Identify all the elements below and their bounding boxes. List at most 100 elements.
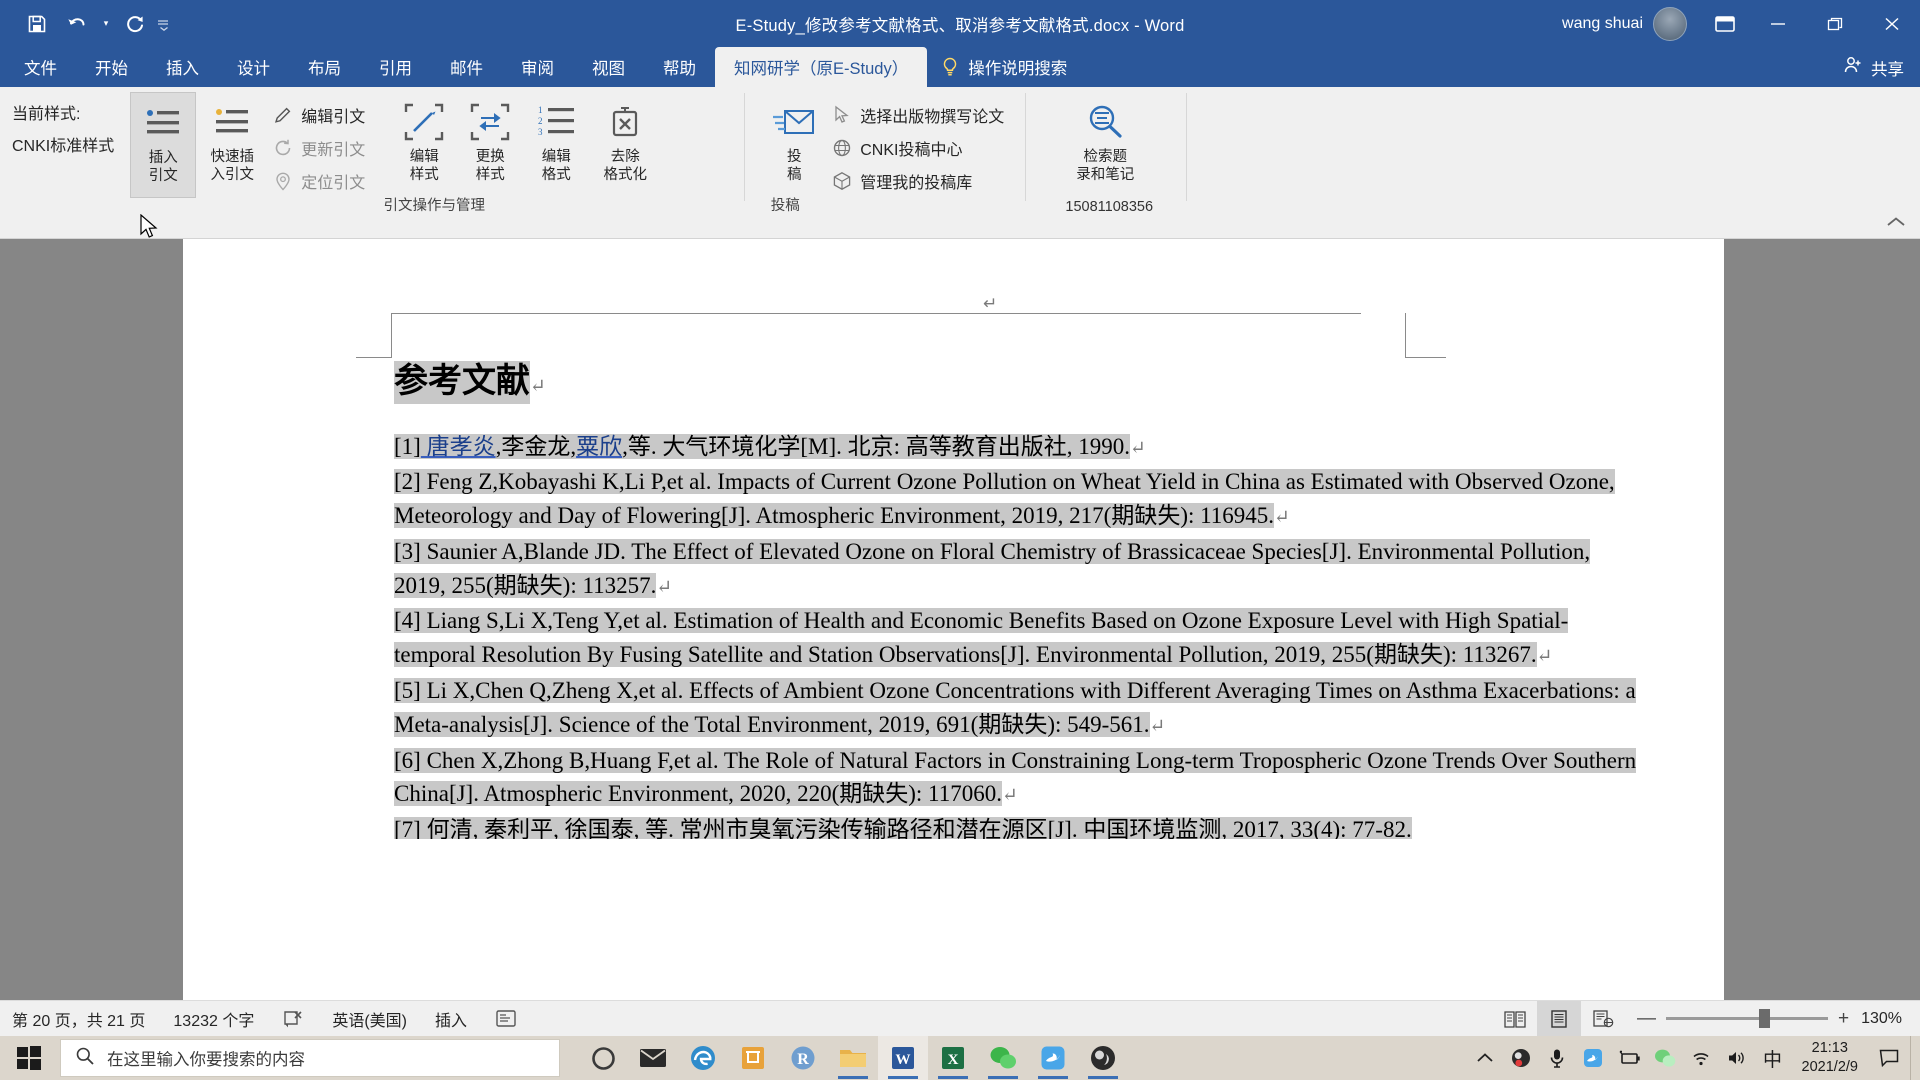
- collapse-ribbon-icon[interactable]: [1886, 215, 1906, 232]
- zoom-out-button[interactable]: —: [1637, 1008, 1656, 1030]
- share-person-icon: [1843, 55, 1863, 80]
- tab-estudy[interactable]: 知网研学（原E-Study）: [715, 47, 928, 87]
- customize-qat-icon[interactable]: [156, 6, 172, 42]
- cnki-submission-center-button[interactable]: CNKI投稿中心: [827, 133, 1012, 163]
- reference-item-4[interactable]: [4] Liang S,Li X,Teng Y,et al. Estimatio…: [394, 604, 1644, 672]
- wechat-tray-icon[interactable]: [1648, 1036, 1682, 1080]
- avatar[interactable]: [1653, 6, 1687, 41]
- tell-me-search[interactable]: 操作说明搜索: [927, 47, 1081, 87]
- submit-button[interactable]: 投 稿: [761, 92, 827, 198]
- remove-format-button[interactable]: 去除 格式化: [589, 92, 661, 198]
- tab-review[interactable]: 审阅: [502, 47, 573, 87]
- bird-tray-icon[interactable]: [1576, 1036, 1610, 1080]
- remove-format-label-1: 去除: [610, 149, 640, 165]
- print-layout-button[interactable]: [1536, 1000, 1581, 1037]
- tab-file[interactable]: 文件: [0, 47, 76, 87]
- reference-item-1[interactable]: [1] 唐孝炎,李金龙,粟欣,等. 大气环境化学[M]. 北京: 高等教育出版社…: [394, 430, 1644, 464]
- undo-icon[interactable]: [58, 6, 96, 42]
- locate-citation-button[interactable]: 定位引文: [268, 166, 373, 196]
- zoom-slider[interactable]: — +: [1625, 1008, 1861, 1030]
- reference-item-6[interactable]: [6] Chen X,Zhong B,Huang F,et al. The Ro…: [394, 744, 1644, 812]
- tab-mailings[interactable]: 邮件: [431, 47, 502, 87]
- tab-references[interactable]: 引用: [360, 47, 431, 87]
- account[interactable]: wang shuai: [1562, 6, 1687, 41]
- insert-mode-indicator[interactable]: 插入: [421, 1001, 481, 1037]
- edit-format-button[interactable]: 1 2 3 编辑 格式: [523, 92, 589, 198]
- insert-citation-button[interactable]: 插入 引文: [130, 92, 197, 198]
- wifi-icon[interactable]: [1684, 1036, 1718, 1080]
- replace-style-button[interactable]: 更换 样式: [457, 92, 523, 198]
- redo-icon[interactable]: [116, 6, 154, 42]
- update-citation-button[interactable]: 更新引文: [268, 133, 373, 163]
- rstudio-icon[interactable]: R: [778, 1036, 828, 1080]
- word-count[interactable]: 13232 个字: [159, 1001, 268, 1037]
- restore-button[interactable]: [1806, 0, 1863, 47]
- ref1-author-3[interactable]: 粟欣: [576, 434, 622, 459]
- obs-tray-icon[interactable]: [1504, 1036, 1538, 1080]
- document-canvas[interactable]: ↵ 参考文献↵ [1] 唐孝炎,李金龙,粟欣,等. 大气环境化学[M]. 北京:…: [0, 239, 1920, 1000]
- document-body[interactable]: 参考文献↵ [1] 唐孝炎,李金龙,粟欣,等. 大气环境化学[M]. 北京: 高…: [394, 361, 1644, 840]
- reference-item-3[interactable]: [3] Saunier A,Blande JD. The Effect of E…: [394, 535, 1644, 603]
- start-button-icon[interactable]: [0, 1036, 58, 1080]
- zoom-track[interactable]: [1665, 1009, 1828, 1028]
- reference-item-7[interactable]: [7] 何清, 秦利平, 徐国泰, 等. 常州市臭氧污染传输路径和潜在源区[J]…: [394, 813, 1644, 840]
- read-mode-button[interactable]: [1493, 1001, 1537, 1037]
- ime-icon[interactable]: 中: [1756, 1036, 1790, 1080]
- proofing-errors-icon[interactable]: [268, 1001, 318, 1037]
- reference-item-5[interactable]: [5] Li X,Chen Q,Zheng X,et al. Effects o…: [394, 674, 1644, 742]
- document-page[interactable]: ↵ 参考文献↵ [1] 唐孝炎,李金龙,粟欣,等. 大气环境化学[M]. 北京:…: [183, 239, 1724, 1000]
- edit-style-button[interactable]: 编辑 样式: [391, 92, 457, 198]
- reference-item-2[interactable]: [2] Feng Z,Kobayashi K,Li P,et al. Impac…: [394, 465, 1644, 533]
- notifications-icon[interactable]: [1870, 1036, 1908, 1080]
- edit-format-label-2: 格式: [541, 167, 571, 184]
- tab-insert[interactable]: 插入: [147, 47, 218, 87]
- replace-style-icon: [470, 99, 510, 145]
- word-icon[interactable]: W: [878, 1036, 928, 1080]
- tab-home[interactable]: 开始: [76, 47, 147, 87]
- bird-app-icon[interactable]: [1028, 1036, 1078, 1080]
- undo-dropdown-icon[interactable]: ▾: [98, 6, 114, 42]
- wechat-icon[interactable]: [978, 1036, 1028, 1080]
- zoom-level[interactable]: 130%: [1861, 1010, 1920, 1028]
- ref6-pilcrow: ↵: [1001, 785, 1018, 807]
- save-icon[interactable]: [18, 6, 56, 42]
- battery-icon[interactable]: [1612, 1036, 1646, 1080]
- page-indicator[interactable]: 第 20 页，共 21 页: [0, 1001, 159, 1037]
- tab-help[interactable]: 帮助: [644, 47, 715, 87]
- taskbar-search-box[interactable]: 在这里输入你要搜索的内容: [60, 1039, 560, 1077]
- taskbar-clock[interactable]: 21:13 2021/2/9: [1792, 1039, 1868, 1076]
- store-icon[interactable]: [728, 1036, 778, 1080]
- ribbon-tabs: 文件 开始 插入 设计 布局 引用 邮件 审阅 视图 帮助 知网研学（原E-St…: [0, 47, 1920, 87]
- submit-small-buttons: 选择出版物撰写论文 CNKI投稿中心 管理我的投稿库: [827, 92, 1012, 196]
- close-button[interactable]: [1863, 0, 1920, 47]
- file-explorer-icon[interactable]: [828, 1036, 878, 1080]
- minimize-button[interactable]: [1749, 0, 1806, 47]
- show-desktop-button[interactable]: [1910, 1036, 1918, 1080]
- show-hidden-icons-icon[interactable]: [1468, 1036, 1502, 1080]
- cortana-icon[interactable]: [578, 1036, 628, 1080]
- zoom-in-button[interactable]: +: [1838, 1008, 1849, 1030]
- manage-my-submissions-button[interactable]: 管理我的投稿库: [827, 166, 1012, 196]
- zoom-thumb[interactable]: [1758, 1009, 1770, 1028]
- choose-publication-button[interactable]: 选择出版物撰写论文: [827, 100, 1012, 130]
- search-records-notes-button[interactable]: 检索题 录和笔记: [1040, 92, 1170, 198]
- ribbon-display-options-icon[interactable]: [1701, 0, 1749, 47]
- language-indicator[interactable]: 英语(美国): [318, 1001, 421, 1037]
- excel-icon[interactable]: X: [928, 1036, 978, 1080]
- mail-icon[interactable]: [628, 1036, 678, 1080]
- share-button[interactable]: 共享: [1843, 55, 1904, 80]
- edit-citation-button[interactable]: 编辑引文: [268, 100, 373, 130]
- edge-icon[interactable]: [678, 1036, 728, 1080]
- obs-icon[interactable]: [1078, 1036, 1128, 1080]
- volume-icon[interactable]: [1720, 1036, 1754, 1080]
- tab-layout[interactable]: 布局: [289, 47, 360, 87]
- quick-insert-citation-button[interactable]: 快速插 入引文: [196, 92, 268, 198]
- tab-view[interactable]: 视图: [573, 47, 644, 87]
- web-layout-button[interactable]: [1581, 1001, 1625, 1037]
- accessibility-icon[interactable]: [481, 1001, 531, 1037]
- ref1-author-1[interactable]: 唐孝炎: [421, 434, 496, 459]
- header-frame-right: [1361, 313, 1446, 358]
- microphone-icon[interactable]: [1540, 1036, 1574, 1080]
- tab-design[interactable]: 设计: [218, 47, 289, 87]
- mouse-cursor: [140, 213, 160, 240]
